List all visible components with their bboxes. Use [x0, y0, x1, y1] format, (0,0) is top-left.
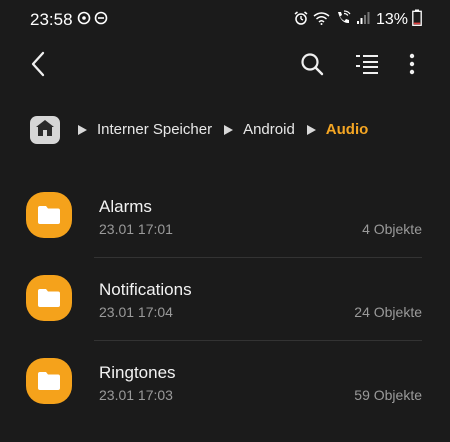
search-button[interactable]	[296, 50, 328, 82]
list-view-icon	[355, 53, 379, 80]
more-options-button[interactable]	[398, 50, 426, 82]
folder-item-count: 59 Objekte	[354, 387, 422, 403]
home-icon	[35, 119, 55, 142]
folder-icon	[26, 192, 72, 238]
breadcrumb-path: Interner Speicher Android Audio	[78, 121, 380, 138]
folder-name: Ringtones	[99, 363, 176, 382]
home-button[interactable]	[30, 116, 60, 144]
battery-icon	[412, 9, 422, 31]
folder-date: 23.01 17:01	[99, 221, 173, 237]
folder-item-count: 4 Objekte	[362, 221, 422, 237]
folder-date: 23.01 17:03	[99, 387, 173, 403]
signal-icon	[356, 11, 370, 30]
list-view-button[interactable]	[351, 50, 383, 82]
folder-icon	[26, 275, 72, 321]
sync-icon	[77, 11, 91, 30]
folder-icon	[26, 358, 72, 404]
status-left-icons	[77, 11, 108, 30]
battery-percent: 13%	[375, 11, 408, 28]
chevron-left-icon	[30, 51, 46, 82]
status-time: 23:58	[30, 10, 73, 29]
breadcrumb: Interner Speicher Android Audio	[0, 110, 450, 150]
toolbar	[0, 44, 450, 88]
list-item[interactable]: Ringtones 23.01 17:03 59 Objekte	[0, 341, 450, 424]
folder-name: Notifications	[99, 280, 192, 299]
crumb-arrow-icon	[78, 124, 87, 135]
alarm-icon	[293, 10, 309, 31]
crumb-audio[interactable]: Audio	[326, 121, 369, 138]
back-button[interactable]	[22, 50, 54, 82]
dnd-icon	[94, 11, 108, 30]
status-right-icons: 13%	[293, 9, 422, 31]
folder-item-count: 24 Objekte	[354, 304, 422, 320]
crumb-arrow-icon	[306, 124, 316, 135]
list-item[interactable]: Alarms 23.01 17:01 4 Objekte	[0, 175, 450, 258]
crumb-internal-storage[interactable]: Interner Speicher	[97, 121, 212, 138]
file-list: Alarms 23.01 17:01 4 Objekte Notificatio…	[0, 175, 450, 424]
search-icon	[300, 52, 324, 81]
crumb-android[interactable]: Android	[243, 121, 295, 138]
status-bar: 23:58 13%	[0, 0, 450, 40]
crumb-arrow-icon	[224, 124, 234, 135]
wifi-call-icon	[334, 10, 352, 30]
list-item[interactable]: Notifications 23.01 17:04 24 Objekte	[0, 258, 450, 341]
more-vertical-icon	[409, 53, 415, 80]
wifi-icon	[313, 11, 330, 30]
folder-date: 23.01 17:04	[99, 304, 173, 320]
folder-name: Alarms	[99, 197, 152, 216]
